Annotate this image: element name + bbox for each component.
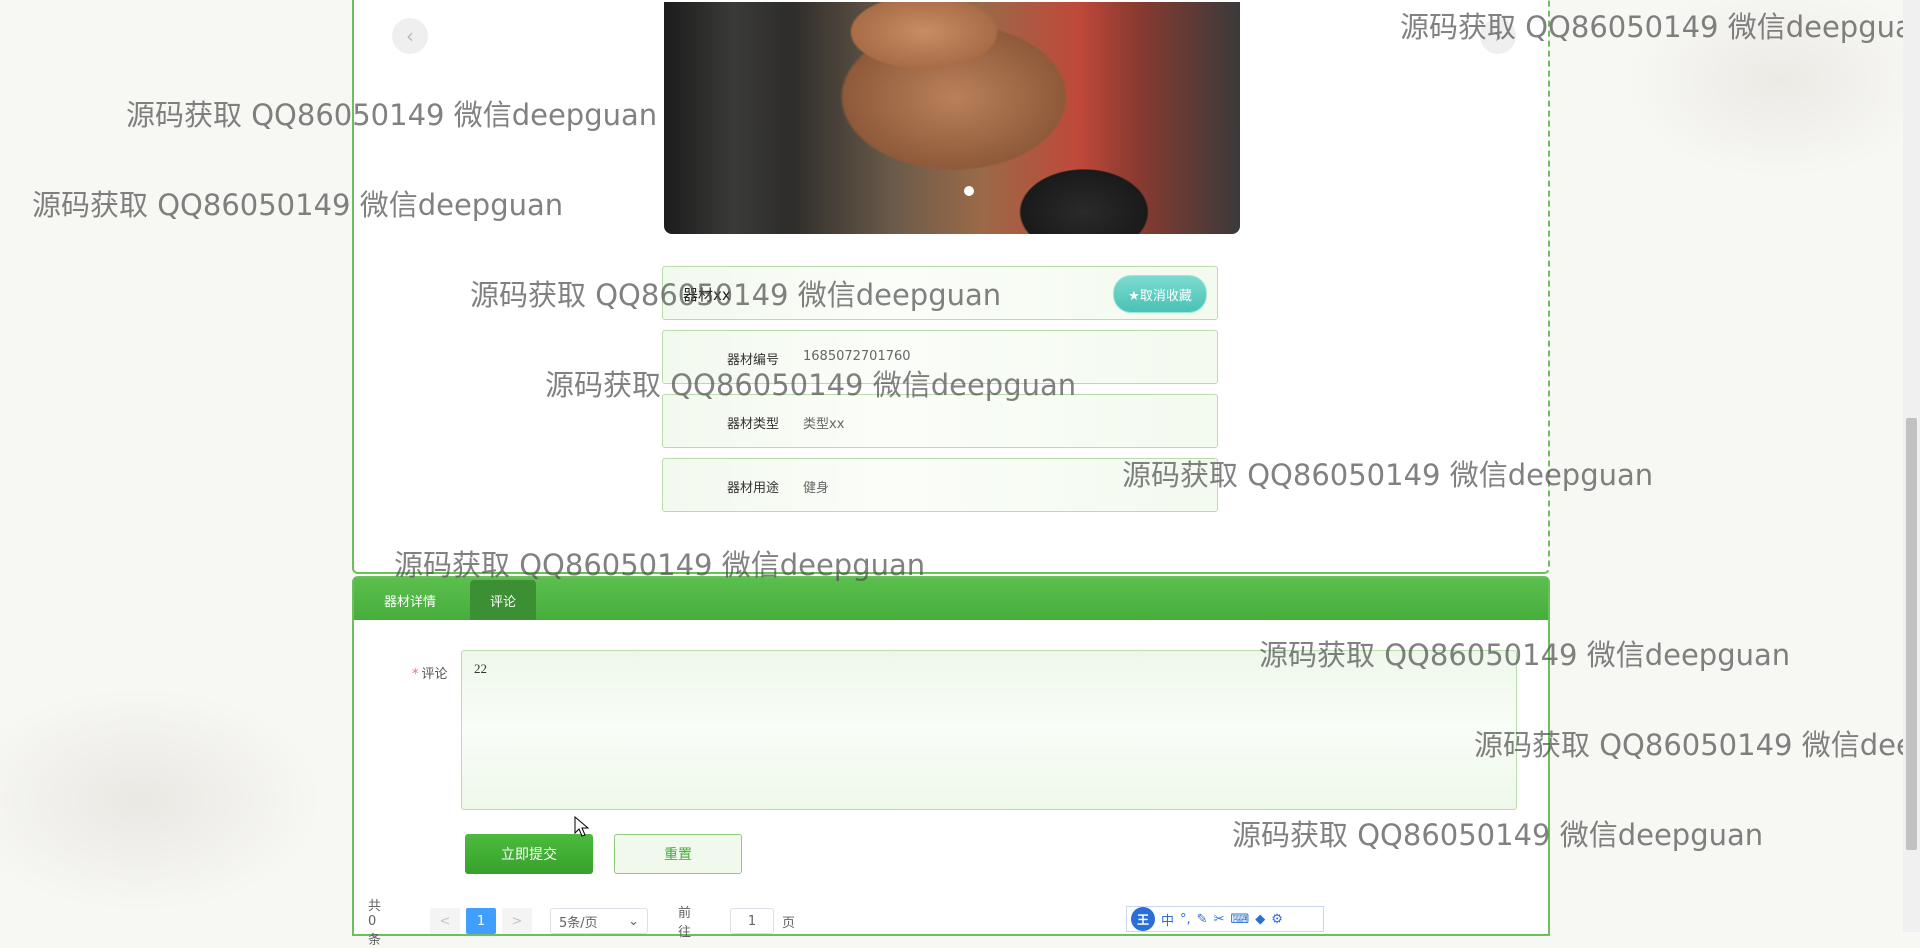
field-value: 1685072701760 (803, 349, 911, 364)
field-label: 器材用途 (727, 481, 780, 496)
comment-label-text: 评论 (421, 667, 448, 682)
goto-suffix: 页 (782, 915, 796, 931)
tab-equipment-details[interactable]: 器材详情 (364, 580, 456, 620)
equipment-name: 器材xx (683, 286, 731, 304)
reset-button[interactable]: 重置 (614, 834, 742, 874)
chevron-down-icon: ⌄ (628, 913, 639, 929)
equipment-photo (664, 2, 1240, 234)
tab-bar: 器材详情 评论 (354, 578, 1548, 620)
submit-button[interactable]: 立即提交 (465, 834, 593, 874)
field-label: 器材类型 (727, 417, 780, 432)
required-mark: * (412, 667, 419, 682)
comment-textarea[interactable]: 22 (461, 650, 1517, 810)
goto-page-input[interactable]: 1 (730, 908, 774, 934)
keyboard-icon[interactable]: ⌨ (1230, 912, 1249, 927)
pagination-prev-button[interactable]: < (430, 908, 460, 934)
carousel-next-button[interactable]: › (1480, 18, 1516, 54)
pagination-total: 共 0 条 (368, 898, 382, 948)
gear-icon[interactable]: ⚙ (1271, 912, 1283, 927)
equipment-field-row: 器材编号 1685072701760 (662, 330, 1218, 384)
chevron-left-icon: ‹ (406, 24, 414, 48)
scissors-icon[interactable]: ✂ (1214, 912, 1225, 927)
comment-panel: 器材详情 评论 * 评论 22 立即提交 重置 共 0 条 < 1 > 5条/页 … (352, 576, 1550, 948)
carousel-prev-button[interactable]: ‹ (392, 18, 428, 54)
ime-mode[interactable]: 中 (1161, 910, 1174, 929)
equipment-field-row: 器材用途 健身 (662, 458, 1218, 512)
carousel-indicator-dot[interactable] (964, 186, 974, 196)
pagination-next-button[interactable]: > (502, 908, 532, 934)
field-value: 类型xx (803, 417, 845, 432)
page-size-value: 5条/页 (559, 915, 598, 931)
chevron-right-icon: › (1494, 24, 1502, 48)
equipment-name-row: 器材xx ★取消收藏 (662, 266, 1218, 320)
pagination-page-1[interactable]: 1 (466, 908, 496, 934)
mouse-cursor-icon (574, 816, 590, 837)
goto-prefix: 前往 (678, 906, 692, 940)
tab-comments[interactable]: 评论 (470, 580, 536, 620)
comment-label: * 评论 (412, 663, 448, 682)
shirt-icon[interactable]: ◆ (1255, 912, 1265, 927)
pen-icon[interactable]: ✎ (1197, 912, 1208, 927)
scrollbar-thumb[interactable] (1906, 418, 1917, 850)
page-scrollbar[interactable] (1903, 0, 1920, 932)
ime-logo-icon[interactable]: 王 (1131, 907, 1155, 931)
page-size-select[interactable]: 5条/页 ⌄ (550, 908, 648, 934)
equipment-field-row: 器材类型 类型xx (662, 394, 1218, 448)
field-value: 健身 (803, 481, 830, 496)
ime-toolbar: 王 中 °, ✎ ✂ ⌨ ◆ ⚙ (1126, 906, 1324, 932)
punctuation-icon[interactable]: °, (1180, 912, 1191, 927)
unfavorite-button[interactable]: ★取消收藏 (1113, 275, 1207, 313)
field-label: 器材编号 (727, 353, 780, 368)
equipment-detail-panel: ‹ › 器材xx ★取消收藏 器材编号 1685072701760 器材类型 类… (352, 0, 1550, 574)
